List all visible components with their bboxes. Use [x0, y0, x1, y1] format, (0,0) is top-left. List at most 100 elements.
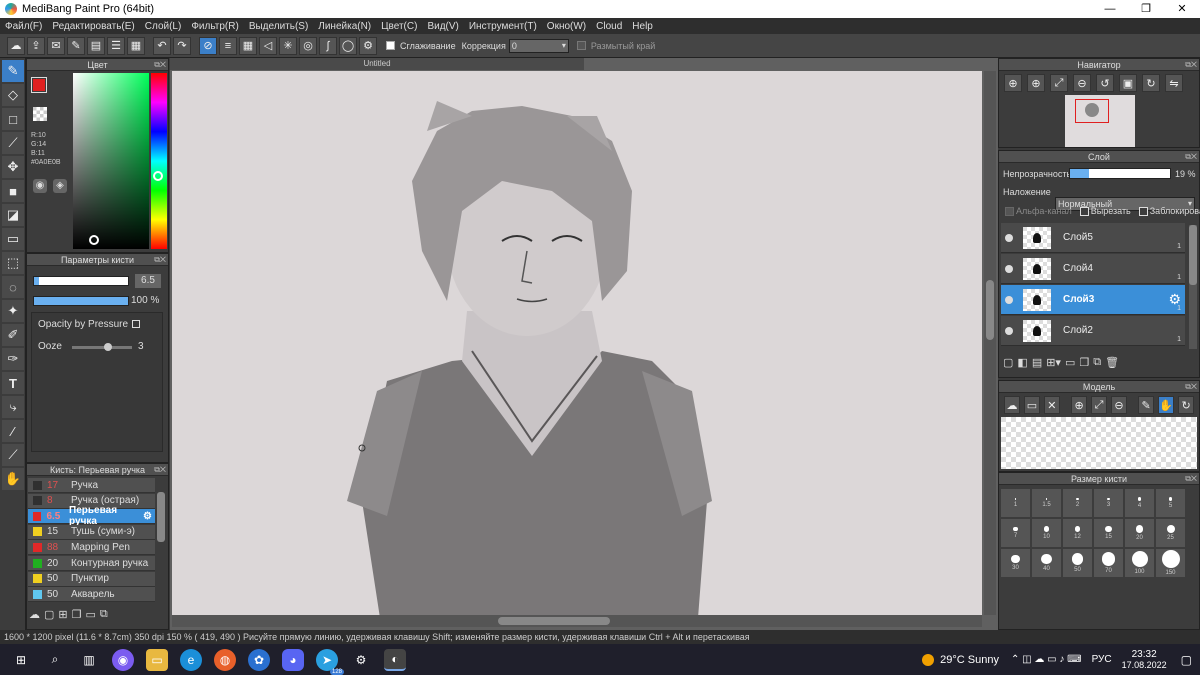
comment-edit-icon[interactable]: ✎ — [67, 36, 85, 55]
drawing-canvas[interactable] — [172, 71, 982, 615]
layer-folder-icon[interactable]: ▭ — [1065, 356, 1075, 369]
sv-picker-cursor[interactable] — [89, 235, 99, 245]
upload-icon[interactable]: ⇪ — [27, 36, 45, 55]
gallery-icon[interactable]: ▦ — [127, 36, 145, 55]
model-rotate-icon[interactable]: ↻ — [1178, 396, 1195, 414]
select-eraser-tool-icon[interactable]: ✑ — [2, 348, 24, 370]
brush-size-preset[interactable]: 15 — [1094, 519, 1123, 547]
brush-size-preset[interactable]: 1.5 — [1032, 489, 1061, 517]
operation-tool-icon[interactable]: ⤷ — [2, 396, 24, 418]
panel-float-icon[interactable]: ⧉✕ — [154, 254, 166, 266]
brush-size-preset[interactable]: 5 — [1156, 489, 1185, 517]
brush-size-preset[interactable]: 30 — [1001, 549, 1030, 577]
saturation-value-picker[interactable] — [73, 73, 149, 249]
windows-start-icon[interactable]: ⊞ — [10, 649, 32, 671]
page-icon[interactable]: ▤ — [87, 36, 105, 55]
hue-slider[interactable] — [151, 73, 167, 249]
edge-browser-icon[interactable]: e — [180, 648, 202, 671]
model-hand-icon[interactable]: ✋ — [1158, 396, 1175, 414]
new-8bit-layer-icon[interactable]: ▤ — [1032, 356, 1042, 369]
brush-settings-gear-icon[interactable]: ⚙ — [143, 511, 152, 522]
panel-float-icon[interactable]: ⧉✕ — [1185, 473, 1197, 485]
brush-cloud-icon[interactable]: ☁ — [29, 608, 40, 621]
move-tool-icon[interactable]: ✥ — [2, 156, 24, 178]
task-view-icon[interactable]: ▥ — [78, 649, 100, 671]
hand-tool-icon[interactable]: ✋ — [2, 468, 24, 490]
brush-size-preset[interactable]: 150 — [1156, 549, 1185, 577]
menu-tool[interactable]: Инструмент(T) — [464, 21, 542, 32]
layer-visibility-icon[interactable] — [1005, 233, 1013, 242]
duplicate-layer-icon[interactable]: ❐ — [1079, 356, 1089, 369]
rotate-right-icon[interactable]: ↻ — [1142, 74, 1160, 92]
layer-visibility-icon[interactable] — [1005, 264, 1013, 273]
brush-list-item[interactable]: 20 Контурная ручка — [28, 556, 155, 571]
zoom-out-icon[interactable]: ⊖ — [1073, 74, 1091, 92]
gradient-tool-icon[interactable]: ▭ — [2, 228, 24, 250]
blur-edge-checkbox[interactable] — [576, 41, 586, 50]
menu-ruler[interactable]: Линейка(N) — [313, 21, 376, 32]
clock[interactable]: 23:32 17.08.2022 — [1122, 649, 1167, 671]
model-pen-icon[interactable]: ✎ — [1138, 396, 1155, 414]
zoom-in-alt-icon[interactable]: ⊕ — [1027, 74, 1045, 92]
brush-size-preset[interactable]: 70 — [1094, 549, 1123, 577]
weather-text[interactable]: 29°C Sunny — [940, 654, 999, 666]
menu-layer[interactable]: Слой(L) — [140, 21, 187, 32]
snap-perspective-icon[interactable]: ◁ — [259, 36, 277, 55]
layer-name[interactable]: Слой4 — [1063, 263, 1093, 274]
menu-file[interactable]: Файл(F) — [0, 21, 47, 32]
canvas-vertical-scroll-thumb[interactable] — [986, 280, 994, 340]
layer-settings-gear-icon[interactable]: ⚙ — [1168, 291, 1181, 308]
menu-help[interactable]: Help — [627, 21, 658, 32]
search-icon[interactable]: ⌕ — [44, 649, 66, 671]
model-close-icon[interactable]: ✕ — [1043, 396, 1060, 414]
document-tab[interactable]: Untitled — [170, 58, 584, 70]
panel-float-icon[interactable]: ⧉✕ — [154, 59, 166, 71]
layer-row[interactable]: Слой3 1 ⚙ — [1001, 285, 1185, 315]
model-cloud-icon[interactable]: ☁ — [1004, 396, 1020, 414]
brush-list-scrollbar[interactable] — [157, 492, 165, 542]
brush-tool-icon[interactable]: ✎ — [2, 60, 24, 82]
brush-size-preset[interactable]: 10 — [1032, 519, 1061, 547]
add-layer-menu-icon[interactable]: ⊞▾ — [1046, 356, 1061, 369]
palette-icon[interactable]: ◉ — [33, 179, 47, 193]
model-zoom-out-icon[interactable]: ⊖ — [1111, 396, 1127, 414]
layer-opacity-slider[interactable] — [1069, 168, 1171, 179]
menu-view[interactable]: Вид(V) — [422, 21, 463, 32]
panel-float-icon[interactable]: ⧉✕ — [154, 464, 166, 476]
medibang-task-icon[interactable]: ◐ — [384, 648, 406, 671]
fill-rect-tool-icon[interactable]: ■ — [2, 180, 24, 202]
brush-list-item[interactable]: 88 Mapping Pen — [28, 540, 155, 556]
snap-curve-icon[interactable]: ∫ — [319, 36, 337, 55]
layer-name[interactable]: Слой5 — [1063, 232, 1093, 243]
new-halftone-layer-icon[interactable]: ◧ — [1017, 356, 1027, 369]
file-explorer-icon[interactable]: ▭ — [146, 648, 168, 671]
layer-row[interactable]: Слой4 1 — [1001, 254, 1185, 284]
merge-layer-icon[interactable]: ⧉ — [1093, 356, 1101, 369]
actual-size-icon[interactable]: ▣ — [1119, 74, 1137, 92]
clip-checkbox[interactable] — [1079, 206, 1089, 216]
layer-name[interactable]: Слой3 — [1063, 294, 1094, 305]
brush-delete-icon[interactable]: ⧉ — [100, 608, 108, 621]
brush-size-preset[interactable]: 40 — [1032, 549, 1061, 577]
select-pen-tool-icon[interactable]: ✐ — [2, 324, 24, 346]
page-list-icon[interactable]: ☰ — [107, 36, 125, 55]
brush-opacity-slider[interactable] — [33, 296, 129, 306]
secondary-color-swatch[interactable] — [33, 107, 47, 121]
model-fit-icon[interactable]: ⤢ — [1091, 396, 1107, 414]
brush-size-preset[interactable]: 4 — [1125, 489, 1154, 517]
bucket-tool-icon[interactable]: ◪ — [2, 204, 24, 226]
brush-size-preset[interactable]: 100 — [1125, 549, 1154, 577]
minimize-button[interactable]: — — [1092, 0, 1128, 18]
rotate-left-icon[interactable]: ↺ — [1096, 74, 1114, 92]
brush-size-preset[interactable]: 2 — [1063, 489, 1092, 517]
layer-scroll-thumb[interactable] — [1189, 225, 1197, 285]
lock-checkbox[interactable] — [1138, 206, 1148, 216]
alpha-channel-checkbox[interactable] — [1005, 206, 1014, 216]
brush-size-value[interactable]: 6.5 — [135, 274, 161, 288]
layer-row[interactable]: Слой2 1 — [1001, 316, 1185, 346]
brush-size-preset[interactable]: 7 — [1001, 519, 1030, 547]
settings-icon[interactable]: ⚙ — [350, 649, 372, 671]
alice-assistant-icon[interactable]: ◉ — [112, 648, 134, 671]
brush-size-preset[interactable]: 3 — [1094, 489, 1123, 517]
brush-list-item[interactable]: 50 Пунктир — [28, 571, 155, 587]
